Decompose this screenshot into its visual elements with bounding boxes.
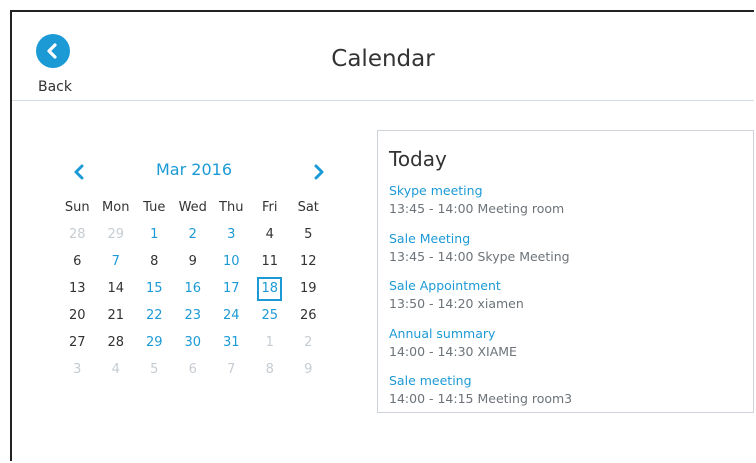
day-cell[interactable]: 12	[289, 250, 328, 277]
week-row: 28 29 1 2 3 4 5	[58, 223, 328, 250]
day-cell[interactable]: 8	[251, 358, 290, 385]
week-row: 27 28 29 30 31 1 2	[58, 331, 328, 358]
event-item[interactable]: Annual summary 14:00 - 14:30 XIAME	[389, 326, 743, 374]
weekday-label: Mon	[102, 200, 130, 215]
event-title: Annual summary	[389, 325, 496, 341]
day-cell[interactable]: 28	[58, 223, 97, 250]
day-cell[interactable]: 14	[97, 277, 136, 304]
event-list: Skype meeting 13:45 - 14:00 Meeting room S…	[389, 183, 743, 421]
day-cell[interactable]: 6	[58, 250, 97, 277]
day-cell[interactable]: 11	[251, 250, 290, 277]
event-time: 13:45 - 14:00 Meeting room	[389, 201, 565, 216]
day-cell[interactable]: 2	[174, 223, 213, 250]
header-bar: Back Calendar	[12, 12, 754, 101]
day-cell[interactable]: 8	[135, 250, 174, 277]
day-cell[interactable]: 23	[174, 304, 213, 331]
weekday-label: Tue	[143, 200, 166, 215]
day-cell[interactable]: 21	[97, 304, 136, 331]
day-cell[interactable]: 19	[289, 277, 328, 304]
week-row: 13 14 15 16 17 18 19	[58, 277, 328, 304]
day-cell[interactable]: 29	[135, 331, 174, 358]
day-cell[interactable]: 3	[58, 358, 97, 385]
month-title: Mar 2016	[156, 160, 232, 179]
event-item[interactable]: Sale Meeting 13:45 - 14:00 Skype Meeting	[389, 231, 743, 279]
event-title: Sale meeting	[389, 373, 472, 388]
day-cell[interactable]: 5	[135, 358, 174, 385]
day-cell[interactable]: 10	[212, 250, 251, 277]
day-cell[interactable]: 7	[212, 358, 251, 385]
weekday-label: Thu	[219, 200, 244, 215]
weekday-header: Sun Mon Tue Wed Thu Fri Sat	[58, 196, 328, 223]
day-cell[interactable]: 28	[97, 331, 136, 358]
weekday-label: Sat	[297, 200, 319, 215]
chevron-right-icon	[314, 164, 324, 180]
month-nav: Mar 2016	[58, 160, 330, 190]
event-item[interactable]: Sale meeting 14:00 - 14:15 Meeting room3	[389, 373, 743, 421]
day-cell[interactable]: 17	[212, 277, 251, 304]
day-cell[interactable]: 20	[58, 304, 97, 331]
event-time: 13:45 - 14:00 Skype Meeting	[389, 248, 570, 264]
event-time: 14:00 - 14:15 Meeting room3	[389, 391, 573, 406]
event-item[interactable]: Sale Appointment 13:50 - 14:20 xiamen	[389, 278, 743, 326]
today-panel: Today Skype meeting 13:45 - 14:00 Meeting…	[377, 130, 754, 413]
event-time: 13:50 - 14:20 xiamen	[389, 296, 524, 311]
day-cell[interactable]: 25	[251, 304, 290, 331]
today-title: Today	[389, 147, 447, 171]
day-cell-selected[interactable]: 18	[257, 277, 283, 301]
day-cell[interactable]: 26	[289, 304, 328, 331]
week-row: 6 7 8 9 10 11 12	[58, 250, 328, 277]
day-cell[interactable]: 30	[174, 331, 213, 358]
day-cell[interactable]: 13	[58, 277, 97, 304]
day-cell[interactable]: 22	[135, 304, 174, 331]
day-cell[interactable]: 31	[212, 331, 251, 358]
day-cell[interactable]: 4	[251, 223, 290, 250]
day-cell[interactable]: 16	[174, 277, 213, 304]
next-month-button[interactable]	[310, 162, 326, 182]
weekday-label: Sun	[64, 200, 90, 215]
weekday-label: Fri	[262, 200, 278, 215]
event-title: Sale Meeting	[389, 230, 471, 246]
day-cell[interactable]: 7	[97, 250, 136, 277]
day-cell[interactable]: 29	[97, 223, 136, 250]
day-cell[interactable]: 15	[135, 277, 174, 304]
page-title: Calendar	[331, 46, 435, 72]
day-cell[interactable]: 27	[58, 331, 97, 358]
day-cell[interactable]: 5	[289, 223, 328, 250]
day-cell[interactable]: 9	[174, 250, 213, 277]
day-cell[interactable]: 6	[174, 358, 213, 385]
day-cell[interactable]: 24	[212, 304, 251, 331]
week-row: 3456789	[58, 358, 328, 385]
event-title: Skype meeting	[389, 183, 483, 198]
day-cell[interactable]: 1	[135, 223, 174, 250]
back-label[interactable]: Back	[38, 79, 72, 95]
weekday-label: Wed	[178, 200, 207, 215]
day-cell[interactable]: 9	[289, 358, 328, 385]
event-time: 14:00 - 14:30 XIAME	[389, 343, 517, 359]
event-title: Sale Appointment	[389, 278, 501, 293]
week-row: 20 21 22 23 24 25 26	[58, 304, 328, 331]
event-item[interactable]: Skype meeting 13:45 - 14:00 Meeting room	[389, 183, 743, 231]
calendar-screen: Back Calendar Mar 2016 Sun Mon Tue Wed Thu Fr…	[10, 10, 754, 461]
day-cell[interactable]: 2	[289, 331, 328, 358]
month-calendar: Mar 2016 Sun Mon Tue Wed Thu Fri Sat 28 29 1 2 3 4 5…	[58, 160, 330, 377]
calendar-grid: Sun Mon Tue Wed Thu Fri Sat 28 29 1 2 3 4 5 6 7 8 9 10 11 1…	[58, 196, 328, 385]
day-cell[interactable]: 3	[212, 223, 251, 250]
day-cell[interactable]: 1	[251, 331, 290, 358]
day-cell[interactable]: 4	[97, 358, 136, 385]
